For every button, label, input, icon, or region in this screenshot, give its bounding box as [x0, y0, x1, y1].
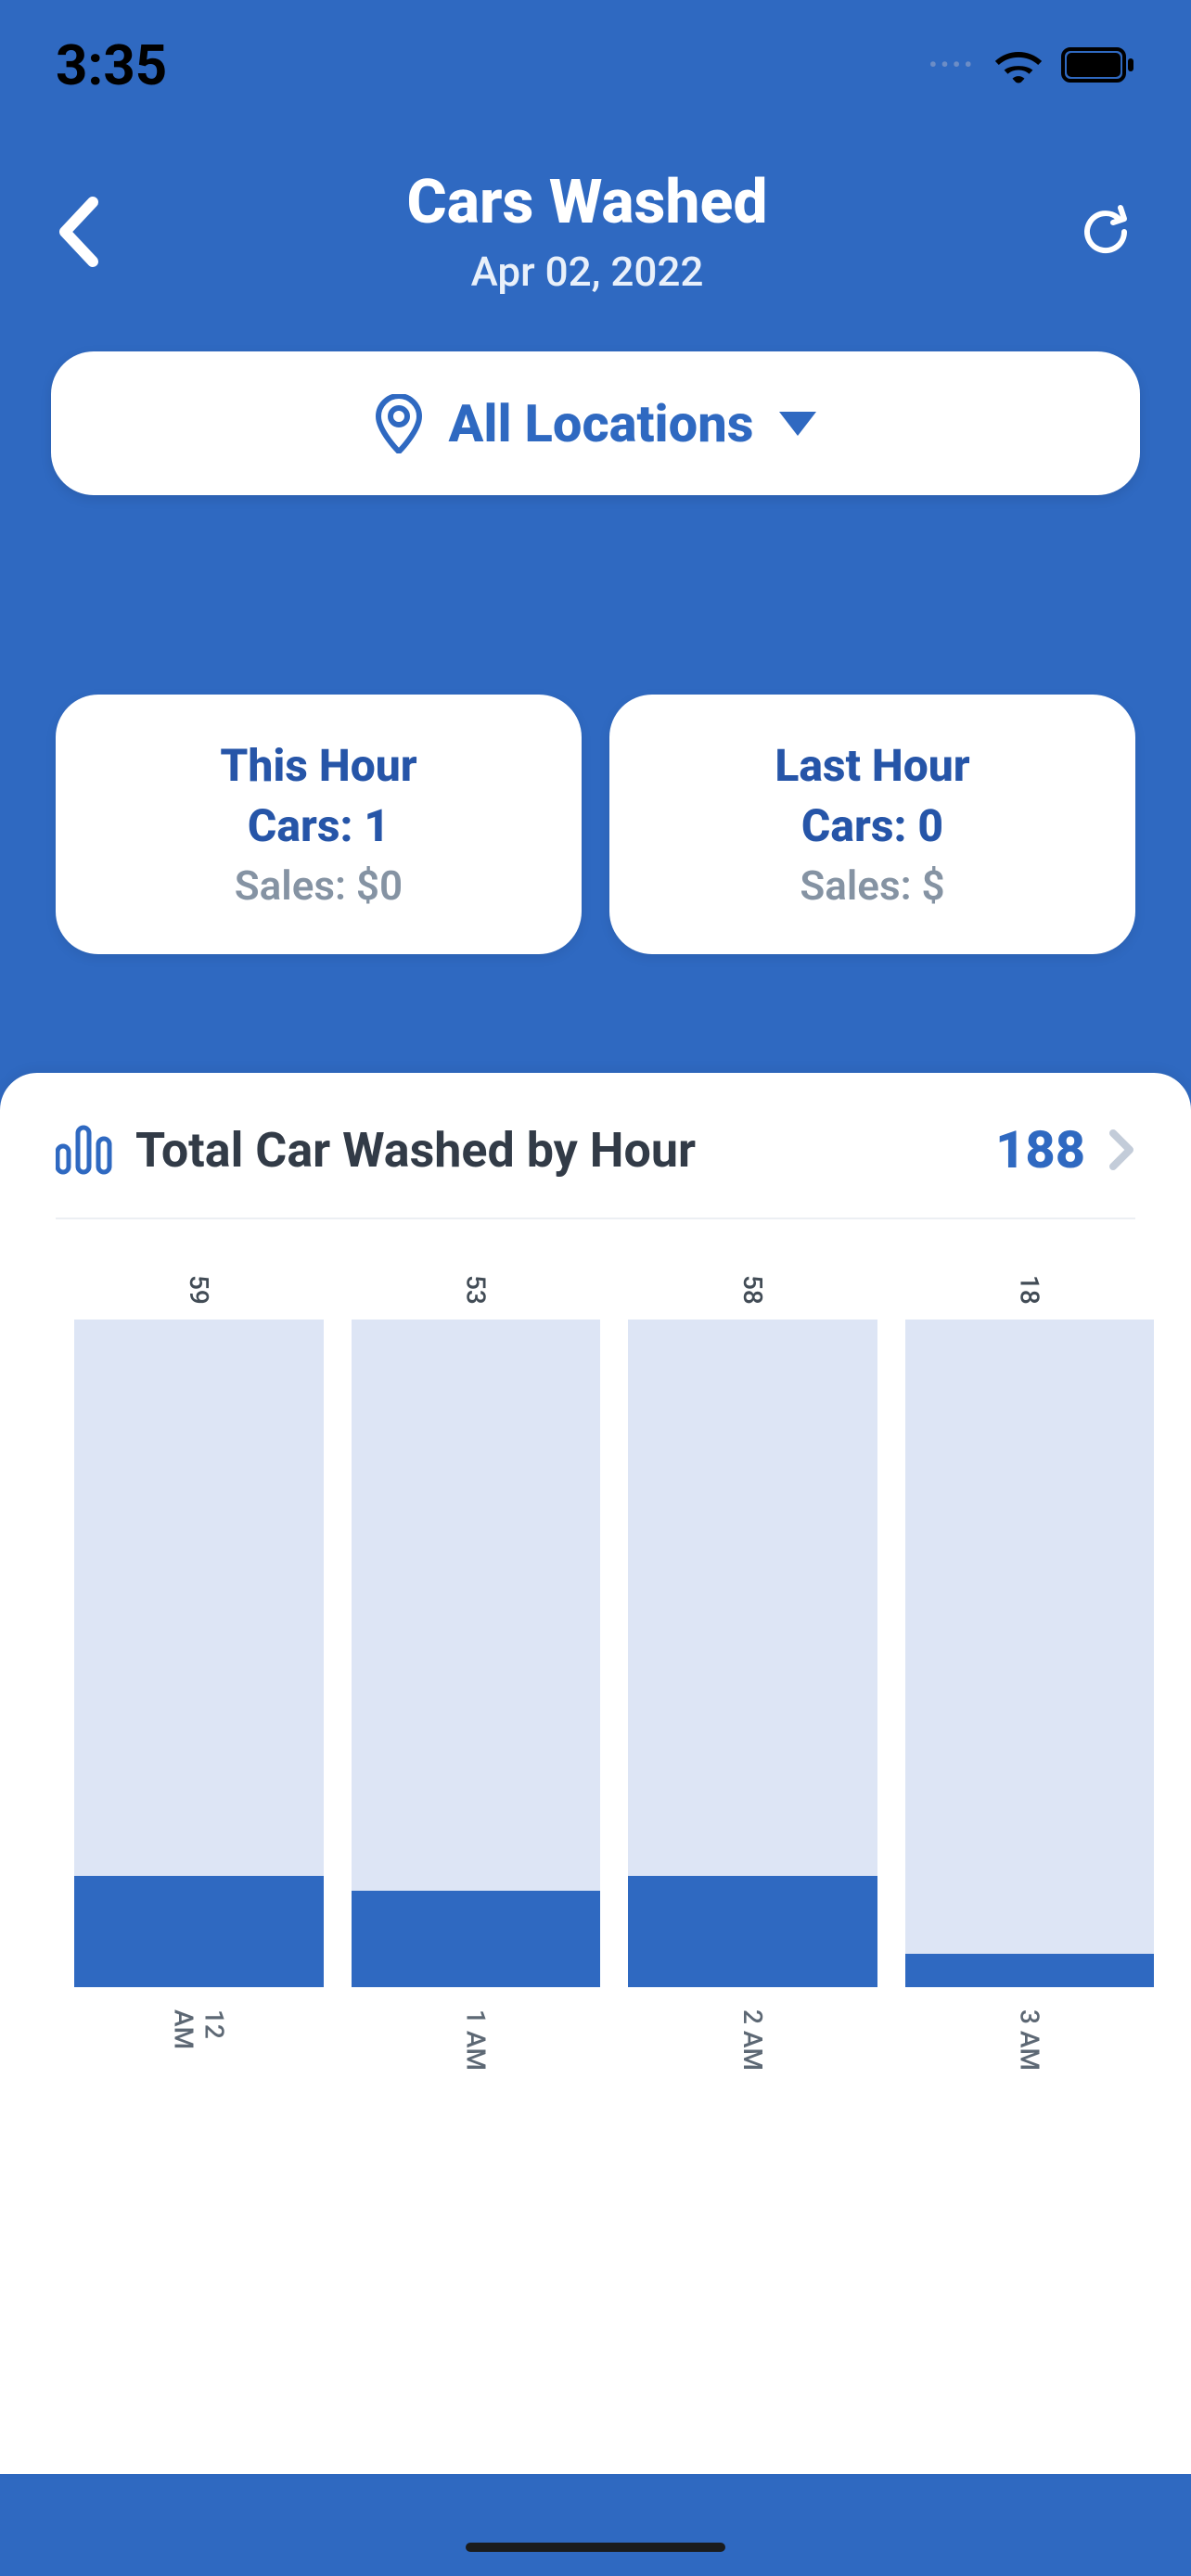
- location-pin-icon: [375, 394, 423, 453]
- bar-track: [628, 1320, 877, 1987]
- bar-track: [352, 1320, 601, 1987]
- chart-bars: 59 12 AM 53 1 AM 58 2 AM 18 3 AM: [74, 1240, 1154, 2084]
- bar-category-label: 3 AM: [1014, 2009, 1044, 2084]
- last-hour-title: Last Hour: [628, 739, 1117, 792]
- bar-value-label: 18: [1014, 1275, 1044, 1305]
- status-bar: 3:35 ••••: [0, 0, 1191, 130]
- this-hour-cars: Cars: 1: [74, 799, 563, 852]
- page-date: Apr 02, 2022: [407, 248, 768, 296]
- bar-fill: [352, 1891, 601, 1987]
- battery-icon: [1061, 47, 1135, 83]
- last-hour-sales: Sales: $: [628, 861, 1117, 910]
- chart-total: 188: [995, 1119, 1085, 1180]
- bar-category-label: 1 AM: [460, 2009, 491, 2084]
- home-indicator: [466, 2543, 725, 2552]
- stats-row: This Hour Cars: 1 Sales: $0 Last Hour Ca…: [0, 695, 1191, 954]
- last-hour-cars: Cars: 0: [628, 799, 1117, 852]
- bar-chart-icon: [56, 1124, 113, 1176]
- chart-area: 59 12 AM 53 1 AM 58 2 AM 18 3 AM: [74, 1240, 1154, 2418]
- bar-value-label: 58: [737, 1275, 768, 1305]
- nav-center: Cars Washed Apr 02, 2022: [407, 167, 768, 296]
- connection-dots-icon: ••••: [929, 52, 977, 78]
- status-time: 3:35: [56, 32, 167, 98]
- chart-bar: 59 12 AM: [74, 1275, 324, 2084]
- chart-panel: Total Car Washed by Hour 188 59 12 AM 53 1 …: [0, 1073, 1191, 2474]
- bar-track: [905, 1320, 1155, 1987]
- this-hour-sales: Sales: $0: [74, 861, 563, 910]
- page-title: Cars Washed: [407, 167, 768, 238]
- bar-fill: [905, 1954, 1155, 1987]
- bar-track: [74, 1320, 324, 1987]
- location-selector[interactable]: All Locations: [51, 351, 1140, 495]
- last-hour-card[interactable]: Last Hour Cars: 0 Sales: $: [609, 695, 1135, 954]
- location-label: All Locations: [449, 393, 754, 454]
- bar-value-label: 53: [460, 1275, 491, 1305]
- bar-category-label: 12 AM: [168, 2009, 229, 2084]
- bar-fill: [74, 1876, 324, 1987]
- this-hour-title: This Hour: [74, 739, 563, 792]
- bar-category-label: 2 AM: [737, 2009, 768, 2084]
- chevron-down-icon: [779, 412, 816, 436]
- this-hour-card[interactable]: This Hour Cars: 1 Sales: $0: [56, 695, 582, 954]
- status-right: ••••: [929, 46, 1136, 83]
- wifi-icon: [994, 46, 1043, 83]
- bar-fill: [628, 1876, 877, 1987]
- chart-title: Total Car Washed by Hour: [135, 1122, 973, 1179]
- chart-panel-header[interactable]: Total Car Washed by Hour 188: [56, 1119, 1135, 1219]
- chart-bar: 53 1 AM: [352, 1275, 601, 2084]
- refresh-button[interactable]: [1076, 202, 1135, 261]
- chart-bar: 58 2 AM: [628, 1275, 877, 2084]
- chevron-right-icon: [1108, 1128, 1135, 1172]
- bar-value-label: 59: [184, 1275, 214, 1305]
- back-button[interactable]: [56, 197, 98, 267]
- nav-bar: Cars Washed Apr 02, 2022: [0, 130, 1191, 324]
- chart-bar: 18 3 AM: [905, 1275, 1155, 2084]
